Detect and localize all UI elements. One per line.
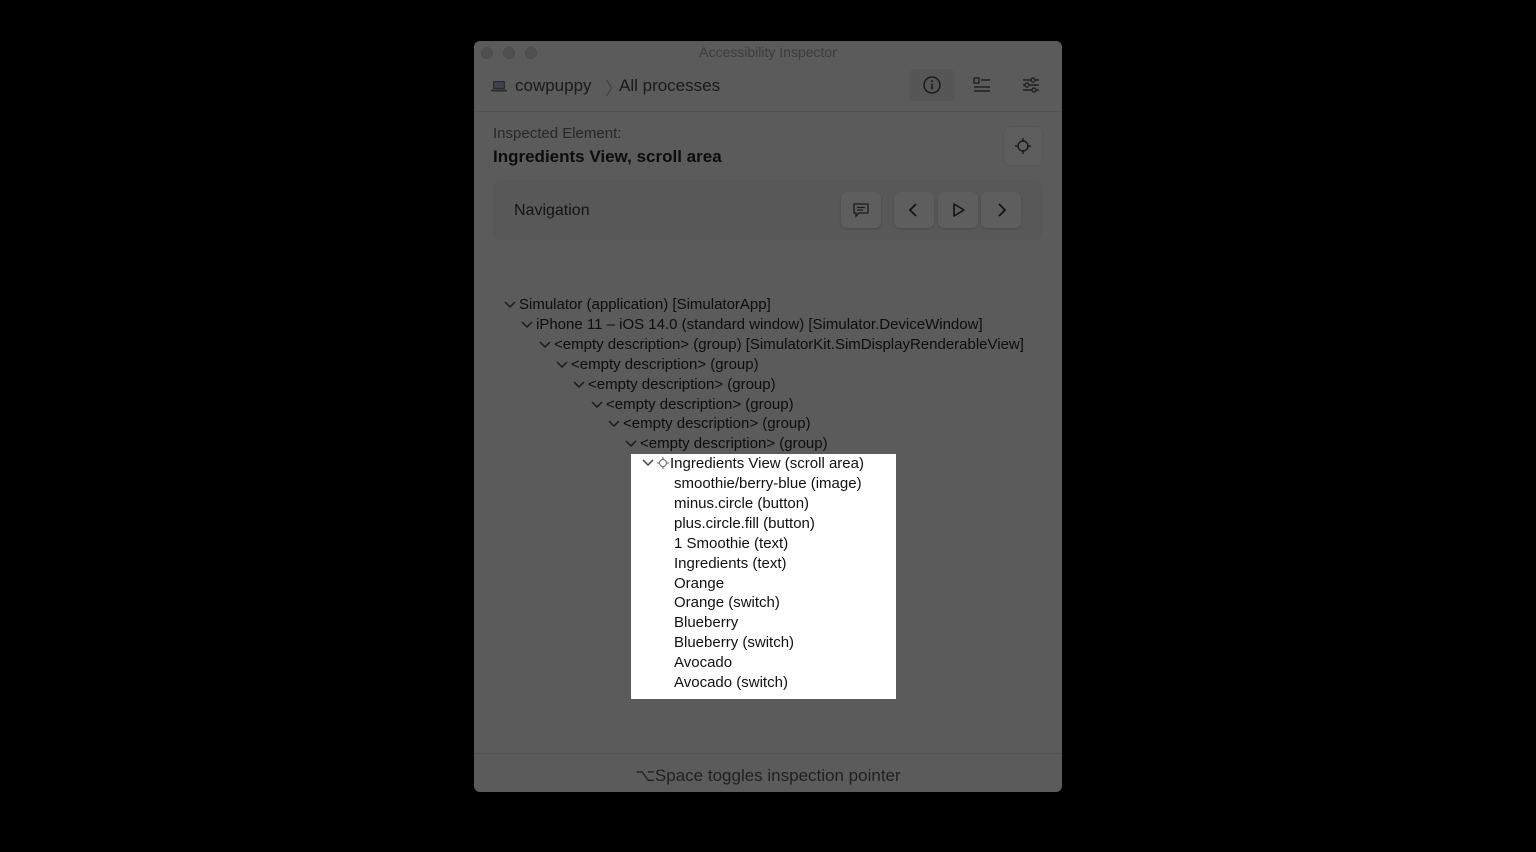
disclosure-chevron-icon[interactable] bbox=[504, 300, 516, 310]
tree-node-child[interactable]: Blueberry bbox=[674, 613, 738, 633]
tree-node[interactable]: <empty description> (group) [SimulatorKi… bbox=[554, 335, 1024, 355]
tree-node-child[interactable]: Orange bbox=[674, 574, 724, 594]
tree-node-child[interactable]: plus.circle.fill (button) bbox=[674, 514, 815, 534]
audit-icon bbox=[973, 77, 990, 92]
next-button[interactable] bbox=[981, 192, 1021, 228]
tree-node-child[interactable]: smoothie/berry-blue (image) bbox=[674, 474, 862, 494]
tree-node-child[interactable]: Blueberry (switch) bbox=[674, 633, 794, 653]
disclosure-chevron-icon[interactable] bbox=[556, 360, 568, 370]
tree-node[interactable]: <empty description> (group) bbox=[588, 375, 776, 395]
settings-icon bbox=[1023, 77, 1039, 93]
tree-node-selected[interactable]: Ingredients View (scroll area) bbox=[670, 454, 864, 474]
title-bar[interactable]: Accessibility Inspector bbox=[474, 41, 1062, 63]
inspector-button[interactable] bbox=[909, 69, 955, 101]
disclosure-chevron-icon[interactable] bbox=[573, 380, 585, 390]
disclosure-chevron-icon[interactable] bbox=[521, 320, 533, 330]
laptop-icon bbox=[491, 81, 507, 92]
tree-node[interactable]: <empty description> (group) bbox=[571, 355, 759, 375]
play-icon bbox=[953, 203, 965, 217]
process-selector[interactable]: All processes bbox=[619, 76, 720, 96]
crosshair-icon bbox=[657, 457, 669, 469]
target-name[interactable]: cowpuppy bbox=[515, 76, 592, 96]
disclosure-chevron-icon[interactable] bbox=[625, 439, 637, 449]
tree-node[interactable]: Simulator (application) [SimulatorApp] bbox=[519, 295, 771, 315]
window-title: Accessibility Inspector bbox=[699, 44, 837, 60]
tree-node-child[interactable]: Avocado (switch) bbox=[674, 673, 788, 693]
disclosure-chevron-icon[interactable] bbox=[608, 419, 620, 429]
tree-node-child[interactable]: minus.circle (button) bbox=[674, 494, 809, 514]
inspection-pointer-button[interactable] bbox=[1003, 126, 1043, 166]
footer-hint: ⌥Space toggles inspection pointer bbox=[474, 753, 1062, 792]
tree-node[interactable]: <empty description> (group) bbox=[623, 414, 811, 434]
disclosure-chevron-icon[interactable] bbox=[539, 340, 551, 350]
navigation-panel: Navigation bbox=[493, 180, 1042, 240]
tree-node-child[interactable]: 1 Smoothie (text) bbox=[674, 534, 788, 554]
chevron-right-icon bbox=[998, 203, 1007, 217]
navigation-title: Navigation bbox=[514, 202, 590, 219]
play-button[interactable] bbox=[938, 192, 978, 228]
inspected-element-value: Ingredients View, scroll area bbox=[493, 147, 722, 166]
toolbar: cowpuppy 〉 All processes bbox=[474, 63, 1062, 112]
tree-node-child[interactable]: Avocado bbox=[674, 653, 732, 673]
speech-bubble-icon bbox=[853, 203, 869, 218]
tree-node[interactable]: <empty description> (group) bbox=[606, 395, 794, 415]
chevron-left-icon bbox=[908, 203, 917, 217]
disclosure-chevron-icon[interactable] bbox=[591, 400, 603, 410]
inspected-element-label: Inspected Element: bbox=[493, 125, 622, 142]
info-icon bbox=[923, 76, 941, 94]
previous-button[interactable] bbox=[894, 192, 934, 228]
disclosure-chevron-icon[interactable] bbox=[642, 458, 654, 468]
settings-button[interactable] bbox=[1008, 69, 1054, 101]
tree-node[interactable]: <empty description> (group) bbox=[640, 434, 828, 454]
tree-node-child[interactable]: Ingredients (text) bbox=[674, 554, 787, 574]
crosshair-icon bbox=[1015, 138, 1031, 154]
speak-button[interactable] bbox=[841, 192, 881, 228]
audit-button[interactable] bbox=[959, 69, 1005, 101]
tree-node-child[interactable]: Orange (switch) bbox=[674, 593, 780, 613]
tree-node[interactable]: iPhone 11 – iOS 14.0 (standard window) [… bbox=[536, 315, 983, 335]
